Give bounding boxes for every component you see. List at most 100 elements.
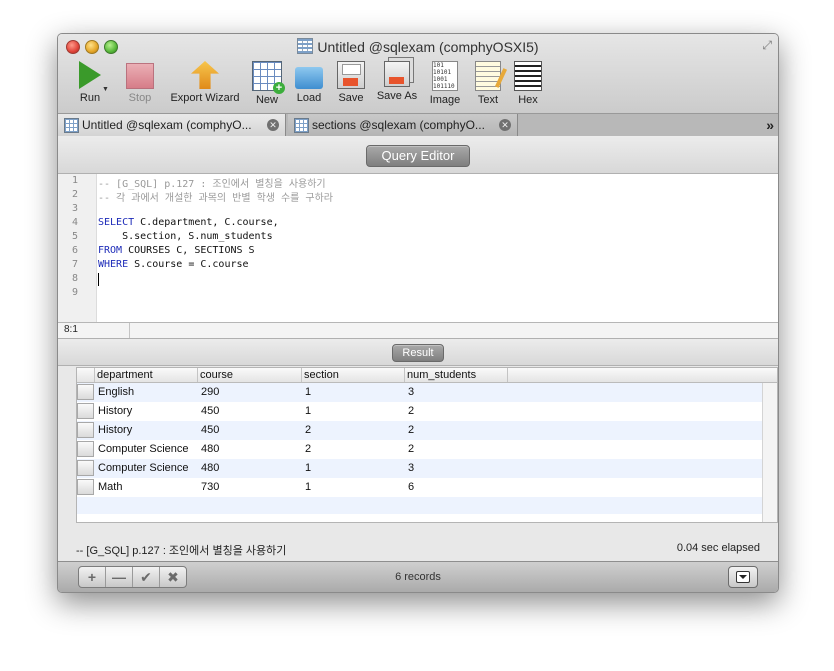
- hex-grid-icon: [514, 61, 542, 91]
- column-header[interactable]: num_students: [405, 368, 508, 382]
- code-text: COURSES C, SECTIONS S: [122, 245, 255, 256]
- image-button[interactable]: 101 10101 1001 101110 Image: [426, 61, 464, 106]
- table-row[interactable]: English 290 1 3: [77, 383, 763, 402]
- table-row[interactable]: Computer Science 480 1 3: [77, 459, 763, 478]
- table-cell[interactable]: 3: [408, 383, 414, 402]
- query-status-bar: -- [G_SQL] p.127 : 조인에서 별칭을 사용하기 0.04 se…: [58, 537, 778, 559]
- table-cell[interactable]: 450: [201, 421, 219, 440]
- table-cell[interactable]: Math: [98, 478, 122, 497]
- row-selector[interactable]: [77, 441, 94, 457]
- code-line-5: S.section, S.num_students: [98, 231, 273, 242]
- stop-icon: [126, 63, 154, 89]
- new-label: New: [255, 94, 278, 106]
- table-cell[interactable]: English: [98, 383, 134, 402]
- window-title-text: Untitled @sqlexam (comphyOSXI5): [317, 39, 539, 55]
- table-cell[interactable]: 1: [305, 383, 311, 402]
- save-label: Save: [338, 92, 364, 104]
- column-header[interactable]: department: [95, 368, 198, 382]
- image-label: Image: [429, 94, 461, 106]
- column-header[interactable]: course: [198, 368, 302, 382]
- tab-sections-label: sections @sqlexam (comphyO...: [312, 118, 485, 132]
- tab-untitled[interactable]: Untitled @sqlexam (comphyO... ✕: [58, 114, 286, 136]
- table-cell[interactable]: 480: [201, 459, 219, 478]
- table-cell[interactable]: 6: [408, 478, 414, 497]
- hex-label: Hex: [518, 94, 538, 106]
- table-cell[interactable]: 1: [305, 402, 311, 421]
- document-icon: [297, 38, 314, 54]
- row-selector[interactable]: [77, 460, 94, 476]
- table-cell[interactable]: 2: [408, 421, 414, 440]
- table-cell[interactable]: 2: [408, 440, 414, 459]
- table-cell[interactable]: 2: [305, 440, 311, 459]
- empty-row: [77, 497, 763, 514]
- sql-keyword: SELECT: [98, 217, 135, 228]
- run-label: Run: [79, 92, 101, 104]
- stop-button[interactable]: Stop: [122, 61, 158, 104]
- row-selector[interactable]: [77, 479, 94, 495]
- export-wizard-label: Export Wizard: [170, 92, 240, 104]
- tab-close-icon[interactable]: ✕: [499, 119, 511, 131]
- tab-close-icon[interactable]: ✕: [267, 119, 279, 131]
- fullscreen-icon[interactable]: ⤢: [762, 38, 772, 53]
- table-header: department course section num_students: [77, 368, 777, 383]
- app-window: Untitled @sqlexam (comphyOSXI5) ⤢ Run ▼ …: [57, 33, 779, 593]
- vertical-scrollbar[interactable]: [762, 383, 777, 522]
- cursor-position: 8:1: [64, 324, 78, 335]
- tab-bar: Untitled @sqlexam (comphyO... ✕ sections…: [58, 113, 778, 137]
- row-selector[interactable]: [77, 384, 94, 400]
- table-cell[interactable]: 2: [305, 421, 311, 440]
- save-as-label: Save As: [376, 90, 418, 102]
- tab-overflow-icon[interactable]: »: [766, 114, 774, 136]
- code-text: C.department, C.course,: [134, 217, 279, 228]
- query-editor-title: Query Editor: [366, 145, 470, 167]
- dropdown-icon: [736, 571, 750, 583]
- table-row[interactable]: Computer Science 480 2 2: [77, 440, 763, 459]
- table-cell[interactable]: History: [98, 402, 132, 421]
- load-button[interactable]: Load: [292, 61, 326, 104]
- column-header[interactable]: section: [302, 368, 405, 382]
- editor-status-bar: 8:1: [58, 323, 778, 339]
- table-cell[interactable]: 730: [201, 478, 219, 497]
- binary-image-icon: 101 10101 1001 101110: [432, 61, 458, 91]
- table-cell[interactable]: 480: [201, 440, 219, 459]
- hex-button[interactable]: Hex: [513, 61, 543, 106]
- table-cell[interactable]: 450: [201, 402, 219, 421]
- row-selector[interactable]: [77, 422, 94, 438]
- stop-label: Stop: [128, 92, 152, 104]
- export-wizard-button[interactable]: Export Wizard: [164, 61, 246, 104]
- code-line-1: -- [G_SQL] p.127 : 조인에서 별칭을 사용하기: [98, 179, 326, 190]
- line-number: 1: [71, 175, 78, 186]
- table-cell[interactable]: Computer Science: [98, 459, 189, 478]
- save-as-button[interactable]: Save As: [374, 61, 420, 102]
- tab-sections[interactable]: sections @sqlexam (comphyO... ✕: [288, 114, 518, 136]
- floppy-icon: [337, 61, 365, 89]
- table-row[interactable]: Math 730 1 6: [77, 478, 763, 497]
- table-cell[interactable]: 290: [201, 383, 219, 402]
- elapsed-time: 0.04 sec elapsed: [676, 542, 760, 554]
- code-text: S.course = C.course: [128, 259, 249, 270]
- table-cell[interactable]: Computer Science: [98, 440, 189, 459]
- table-cell[interactable]: History: [98, 421, 132, 440]
- code-line-7: WHERE S.course = C.course: [98, 259, 249, 270]
- query-summary: -- [G_SQL] p.127 : 조인에서 별칭을 사용하기: [76, 545, 287, 557]
- text-button[interactable]: Text: [472, 61, 504, 106]
- row-selector[interactable]: [77, 403, 94, 419]
- options-menu-button[interactable]: [728, 566, 758, 588]
- run-dropdown-arrow-icon[interactable]: ▼: [102, 86, 109, 93]
- line-number: 5: [71, 231, 78, 242]
- results-table[interactable]: department course section num_students E…: [76, 367, 778, 523]
- new-button[interactable]: New: [251, 61, 285, 106]
- result-title: Result: [392, 344, 444, 362]
- table-row[interactable]: History 450 1 2: [77, 402, 763, 421]
- run-button[interactable]: Run: [73, 61, 107, 104]
- sql-editor[interactable]: 1 2 3 4 5 6 7 8 9 -- [G_SQL] p.127 : 조인에…: [58, 174, 778, 323]
- code-line-6: FROM COURSES C, SECTIONS S: [98, 245, 255, 256]
- table-cell[interactable]: 2: [408, 402, 414, 421]
- table-document-icon: [294, 118, 309, 133]
- table-cell[interactable]: 1: [305, 478, 311, 497]
- table-row[interactable]: History 450 2 2: [77, 421, 763, 440]
- save-button[interactable]: Save: [335, 61, 367, 104]
- status-divider: [129, 323, 130, 338]
- table-cell[interactable]: 3: [408, 459, 414, 478]
- table-cell[interactable]: 1: [305, 459, 311, 478]
